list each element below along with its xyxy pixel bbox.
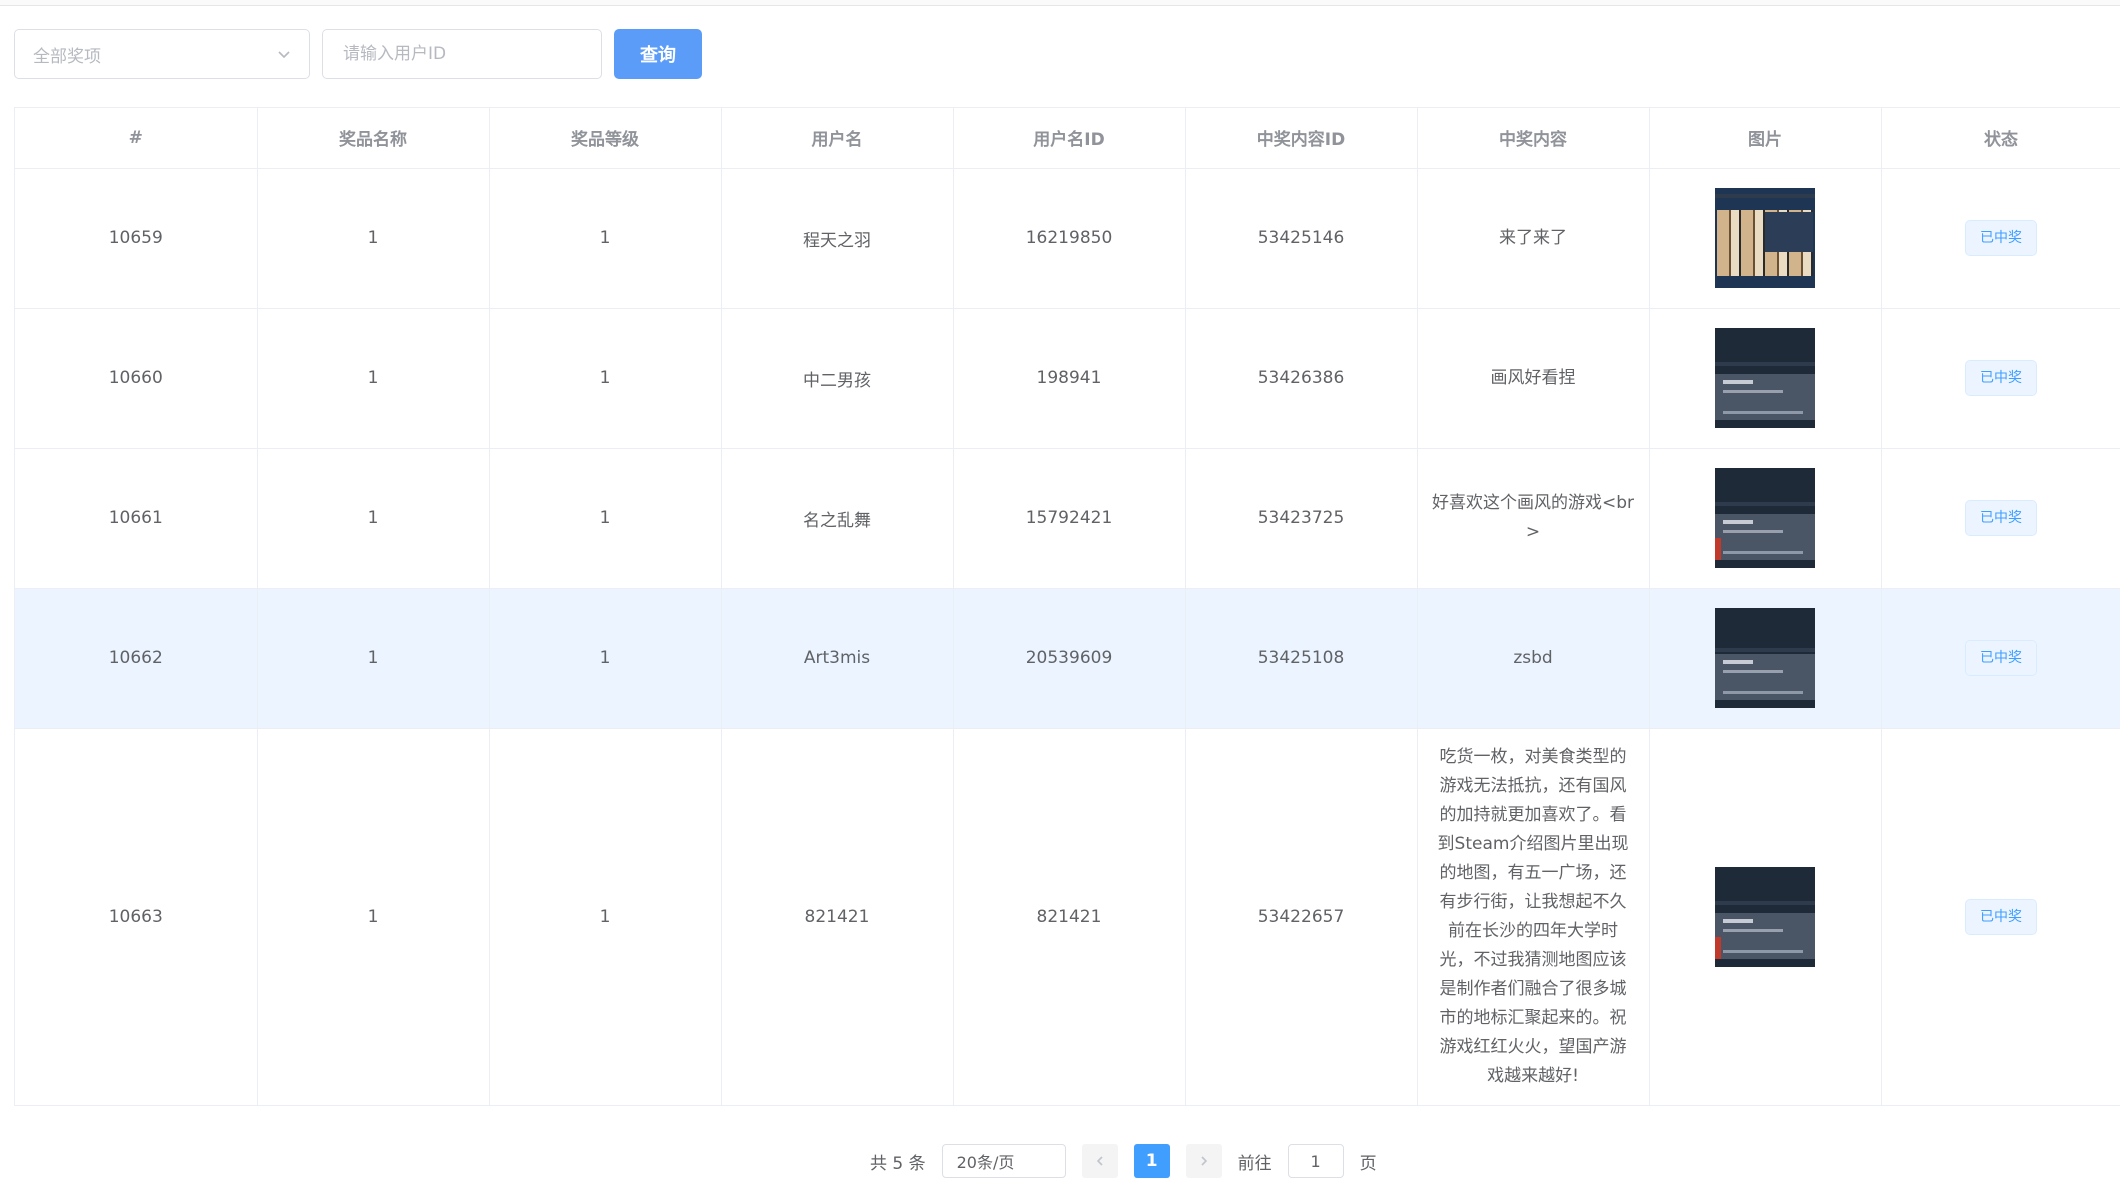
cell-prize-name: 1 [257, 308, 490, 449]
cell-index: 10659 [15, 168, 258, 309]
status-badge: 已中奖 [1965, 500, 2037, 536]
cell-user-id: 20539609 [953, 588, 1186, 729]
pagination-total: 共 5 条 [870, 1153, 926, 1174]
page-size-select[interactable]: 20条/页 [941, 1144, 1066, 1178]
cell-image [1649, 728, 1882, 1106]
header-username: 用户名 [721, 108, 954, 169]
cell-content: 好喜欢这个画风的游戏<br> [1417, 448, 1650, 589]
cell-user-id: 15792421 [953, 448, 1186, 589]
cell-content: 来了来了 [1417, 168, 1650, 309]
cell-content-id: 53422657 [1185, 728, 1418, 1106]
header-content: 中奖内容 [1417, 108, 1650, 169]
content-thumbnail[interactable] [1715, 468, 1815, 568]
top-border [0, 0, 2120, 6]
page-number-current[interactable]: 1 [1133, 1144, 1170, 1178]
next-page-button[interactable] [1185, 1144, 1222, 1178]
cell-status: 已中奖 [1881, 728, 2120, 1106]
cell-image [1649, 448, 1882, 589]
cell-prize-level: 1 [489, 308, 722, 449]
page-size-value: 20条/页 [956, 1153, 1015, 1172]
cell-content: 画风好看捏 [1417, 308, 1650, 449]
cell-username: 821421 [721, 728, 954, 1106]
cell-username: 中二男孩 [721, 308, 954, 449]
table-row[interactable]: 10659 1 1 程天之羽 16219850 53425146 来了来了 已中… [15, 168, 2120, 309]
pagination: 共 5 条 20条/页 1 前往 页 [870, 1144, 1377, 1178]
cell-status: 已中奖 [1881, 588, 2120, 729]
header-status: 状态 [1881, 108, 2120, 169]
cell-user-id: 198941 [953, 308, 1186, 449]
cell-content-id: 53423725 [1185, 448, 1418, 589]
page-suffix: 页 [1359, 1153, 1377, 1174]
chevron-right-icon [1201, 1156, 1207, 1166]
filter-bar: 全部奖项 查询 [14, 28, 702, 80]
cell-prize-level: 1 [489, 168, 722, 309]
chevron-left-icon [1096, 1156, 1103, 1166]
cell-content: zsbd [1417, 588, 1650, 729]
table-row[interactable]: 10661 1 1 名之乱舞 15792421 53423725 好喜欢这个画风… [15, 448, 2120, 589]
cell-prize-level: 1 [489, 728, 722, 1106]
table-row[interactable]: 10660 1 1 中二男孩 198941 53426386 画风好看捏 已中奖 [15, 308, 2120, 449]
table-row[interactable]: 10663 1 1 821421 821421 53422657 吃货一枚，对美… [15, 728, 2120, 1106]
content-thumbnail[interactable] [1715, 188, 1815, 288]
header-index: # [15, 108, 258, 169]
cell-status: 已中奖 [1881, 308, 2120, 449]
prize-select-value: 全部奖项 [33, 46, 101, 67]
header-prize-level: 奖品等级 [489, 108, 722, 169]
cell-image [1649, 168, 1882, 309]
cell-index: 10663 [15, 728, 258, 1106]
cell-username: 名之乱舞 [721, 448, 954, 589]
content-thumbnail[interactable] [1715, 866, 1815, 967]
cell-status: 已中奖 [1881, 168, 2120, 309]
table-header-row: # 奖品名称 奖品等级 用户名 用户名ID 中奖内容ID 中奖内容 图片 状态 [15, 108, 2120, 169]
cell-prize-level: 1 [489, 588, 722, 729]
cell-prize-name: 1 [257, 448, 490, 589]
cell-username: Art3mis [721, 588, 954, 729]
prize-select[interactable]: 全部奖项 [14, 29, 310, 79]
cell-prize-name: 1 [257, 728, 490, 1106]
cell-content-id: 53426386 [1185, 308, 1418, 449]
cell-index: 10661 [15, 448, 258, 589]
goto-page-input[interactable] [1287, 1144, 1344, 1178]
cell-index: 10660 [15, 308, 258, 449]
cell-content-id: 53425146 [1185, 168, 1418, 309]
cell-content-id: 53425108 [1185, 588, 1418, 729]
cell-prize-name: 1 [257, 168, 490, 309]
status-badge: 已中奖 [1965, 898, 2037, 935]
cell-image [1649, 588, 1882, 729]
header-prize-name: 奖品名称 [257, 108, 490, 169]
header-content-id: 中奖内容ID [1185, 108, 1418, 169]
user-id-input[interactable] [322, 29, 602, 79]
chevron-down-icon [278, 51, 290, 59]
content-thumbnail[interactable] [1715, 328, 1815, 428]
cell-user-id: 16219850 [953, 168, 1186, 309]
cell-prize-level: 1 [489, 448, 722, 589]
header-image: 图片 [1649, 108, 1882, 169]
goto-label: 前往 [1237, 1153, 1272, 1174]
cell-prize-name: 1 [257, 588, 490, 729]
cell-user-id: 821421 [953, 728, 1186, 1106]
status-badge: 已中奖 [1965, 220, 2037, 256]
status-badge: 已中奖 [1965, 360, 2037, 396]
prize-table: # 奖品名称 奖品等级 用户名 用户名ID 中奖内容ID 中奖内容 图片 状态 … [14, 107, 2120, 1106]
table-row[interactable]: 10662 1 1 Art3mis 20539609 53425108 zsbd [15, 588, 2120, 729]
content-thumbnail[interactable] [1715, 608, 1815, 708]
query-button[interactable]: 查询 [614, 29, 702, 79]
prev-page-button[interactable] [1081, 1144, 1118, 1178]
cell-index: 10662 [15, 588, 258, 729]
cell-content: 吃货一枚，对美食类型的游戏无法抵抗，还有国风的加持就更加喜欢了。看到Steam介… [1417, 728, 1650, 1106]
header-user-id: 用户名ID [953, 108, 1186, 169]
cell-image [1649, 308, 1882, 449]
cell-status: 已中奖 [1881, 448, 2120, 589]
cell-username: 程天之羽 [721, 168, 954, 309]
status-badge: 已中奖 [1965, 640, 2037, 676]
